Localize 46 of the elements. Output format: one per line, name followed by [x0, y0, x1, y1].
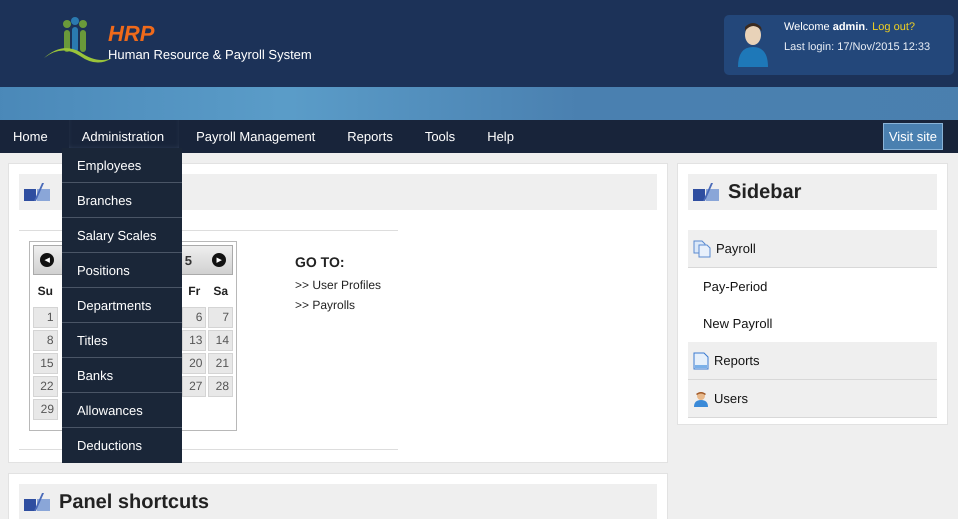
user-icon	[693, 390, 709, 406]
brand-name: HRP	[108, 23, 156, 45]
calendar-day[interactable]: 7	[208, 307, 233, 328]
calendar-day[interactable]: 29	[33, 399, 58, 420]
calendar-day[interactable]: 28	[208, 376, 233, 397]
sidebar-link[interactable]: New Payroll	[688, 305, 937, 342]
calendar-day[interactable]: 27	[182, 376, 206, 397]
pt-logo-icon	[24, 183, 50, 201]
site-subtitle: Human Resource & Payroll System	[108, 47, 312, 62]
weekday-label: Su	[36, 284, 54, 298]
calendar-day[interactable]: 8	[33, 330, 58, 351]
pt-logo-icon	[24, 493, 50, 511]
nav-item[interactable]: Help	[474, 120, 529, 153]
welcome-text: Welcome admin.	[784, 21, 868, 33]
last-login-text: Last login: 17/Nov/2015 12:33	[784, 41, 930, 53]
weekday-label: Sa	[212, 284, 230, 298]
sidebar-section[interactable]: Reports	[688, 342, 937, 380]
nav-item[interactable]: Reports	[334, 120, 408, 153]
nav-item[interactable]: Payroll Management	[183, 120, 330, 153]
visit-site-button[interactable]: Visit site	[882, 123, 943, 150]
calendar-day[interactable]: 15	[33, 353, 58, 374]
calendar-day[interactable]: 13	[182, 330, 206, 351]
pt-logo-icon	[693, 183, 719, 201]
weekday-label: Fr	[187, 284, 202, 298]
sidebar-section[interactable]: Users	[688, 380, 937, 418]
calendar-title: 5	[184, 252, 192, 268]
goto-heading: GO TO:	[295, 254, 346, 270]
sidebar-title: Sidebar	[728, 180, 802, 204]
user-avatar-icon	[736, 21, 770, 67]
calendar-day[interactable]: 21	[208, 353, 233, 374]
sidebar-link[interactable]: Pay-Period	[688, 268, 937, 305]
calendar-day[interactable]: 6	[182, 307, 206, 328]
calendar-day[interactable]: 20	[182, 353, 206, 374]
goto-link[interactable]: >> User Profiles	[295, 278, 382, 292]
document-icon	[693, 352, 709, 370]
documents-icon	[693, 240, 711, 258]
nav-item[interactable]: Tools	[412, 120, 470, 153]
calendar-day[interactable]: 22	[33, 376, 58, 397]
sidebar-section[interactable]: Payroll	[688, 230, 937, 268]
panel-title: Panel shortcuts	[59, 490, 210, 514]
goto-link[interactable]: >> Payrolls	[295, 298, 382, 312]
menu-item[interactable]: Deductions	[62, 428, 182, 463]
logout-link[interactable]: Log out?	[872, 21, 915, 33]
nav-item[interactable]: Home	[0, 120, 63, 153]
calendar-day[interactable]: 1	[33, 307, 58, 328]
calendar-day[interactable]: 14	[208, 330, 233, 351]
